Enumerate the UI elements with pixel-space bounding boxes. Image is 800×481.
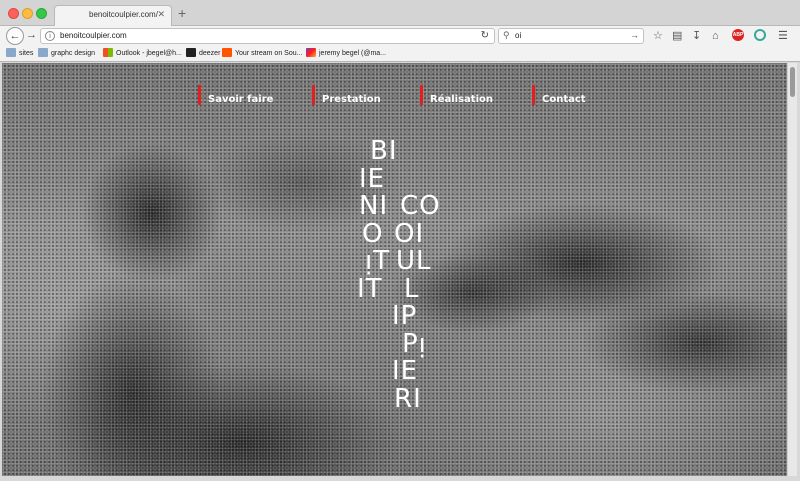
title-line: IE: [392, 356, 419, 386]
bookmark-deezer[interactable]: deezer: [186, 48, 220, 57]
title-line: RI: [394, 383, 422, 414]
nav-label: Prestation: [322, 94, 381, 105]
url-bar[interactable]: i benoitcoulpier.com ↻: [40, 28, 495, 44]
bookmark-label: sites: [19, 50, 34, 57]
ghostery-icon[interactable]: [754, 29, 766, 41]
nav-realisation[interactable]: Réalisation: [420, 85, 493, 105]
tab-title: benoitcoulpier.com/: [89, 10, 158, 19]
nav-contact[interactable]: Contact: [532, 85, 586, 105]
scrollbar-thumb[interactable]: [790, 67, 795, 97]
menu-icon[interactable]: ☰: [778, 29, 788, 43]
nav-label: Contact: [542, 94, 586, 105]
title-line: IP: [392, 301, 418, 331]
bookmark-label: deezer: [199, 50, 221, 57]
page-scrollbar[interactable]: [787, 63, 797, 476]
info-icon[interactable]: i: [45, 31, 55, 41]
zoom-window-button[interactable]: [36, 8, 47, 19]
bookmark-sites[interactable]: sites: [6, 48, 33, 57]
bookmark-outlook[interactable]: Outlook - jbegel@h...: [103, 48, 182, 57]
bookmark-label: jeremy begel (@ma...: [319, 50, 387, 57]
soundcloud-icon: [222, 48, 232, 57]
home-icon[interactable]: ⌂: [712, 29, 719, 43]
bookmark-label: graphc design: [51, 50, 95, 57]
title-line: Pᴉ: [402, 328, 427, 359]
microsoft-icon: [103, 48, 113, 57]
back-arrow-icon[interactable]: ←: [6, 27, 24, 45]
close-icon[interactable]: ✕: [157, 9, 165, 20]
reading-list-icon[interactable]: ▤: [672, 29, 682, 43]
title-line: UL: [396, 246, 432, 276]
site-title-column-right: CO OI UL L IP Pᴉ IE RI: [392, 191, 441, 414]
title-line: CO: [400, 191, 441, 221]
forward-arrow-icon[interactable]: →: [26, 29, 37, 41]
browser-window: benoitcoulpier.com/ ✕ + ← → i benoitcoul…: [0, 0, 800, 481]
bookmark-graphic-design[interactable]: graphc design: [38, 48, 95, 57]
instagram-icon: [306, 48, 316, 57]
folder-icon: [38, 48, 48, 57]
bookmark-instagram[interactable]: jeremy begel (@ma...: [306, 48, 386, 57]
nav-savoir-faire[interactable]: Savoir faire: [198, 85, 273, 105]
deezer-icon: [186, 48, 196, 57]
bookmark-label: Your stream on Sou...: [235, 50, 303, 57]
navigation-bar: ← → i benoitcoulpier.com ↻ ⚲ oi → ☆ ▤ ↧ …: [0, 26, 800, 46]
tab-active[interactable]: benoitcoulpier.com/ ✕: [54, 5, 172, 26]
title-line: L: [404, 273, 420, 304]
search-go-icon[interactable]: →: [630, 30, 639, 40]
star-icon[interactable]: ☆: [653, 29, 663, 43]
nav-label: Savoir faire: [208, 94, 274, 105]
adblock-icon[interactable]: ABP: [732, 29, 744, 41]
search-bar[interactable]: ⚲ oi →: [498, 28, 644, 44]
url-text[interactable]: benoitcoulpier.com: [60, 31, 127, 40]
title-line: BI: [370, 136, 398, 166]
page-content: Savoir faire Prestation Réalisation Cont…: [2, 63, 787, 476]
new-tab-button[interactable]: +: [178, 6, 186, 20]
download-icon[interactable]: ↧: [692, 29, 701, 43]
folder-icon: [6, 48, 16, 57]
nav-prestation[interactable]: Prestation: [312, 85, 381, 105]
title-line: OI: [394, 218, 425, 249]
search-icon: ⚲: [503, 30, 510, 40]
bookmarks-bar: sites graphc design Outlook - jbegel@h..…: [0, 46, 800, 62]
bookmark-label: Outlook - jbegel@h...: [116, 50, 182, 57]
reload-icon[interactable]: ↻: [481, 30, 489, 41]
tab-strip: benoitcoulpier.com/ ✕ +: [0, 0, 800, 26]
nav-label: Réalisation: [430, 94, 493, 105]
close-window-button[interactable]: [8, 8, 19, 19]
minimize-window-button[interactable]: [22, 8, 33, 19]
search-input[interactable]: oi: [515, 31, 521, 40]
title-line: IE: [359, 163, 386, 194]
bookmark-soundcloud[interactable]: Your stream on Sou...: [222, 48, 302, 57]
